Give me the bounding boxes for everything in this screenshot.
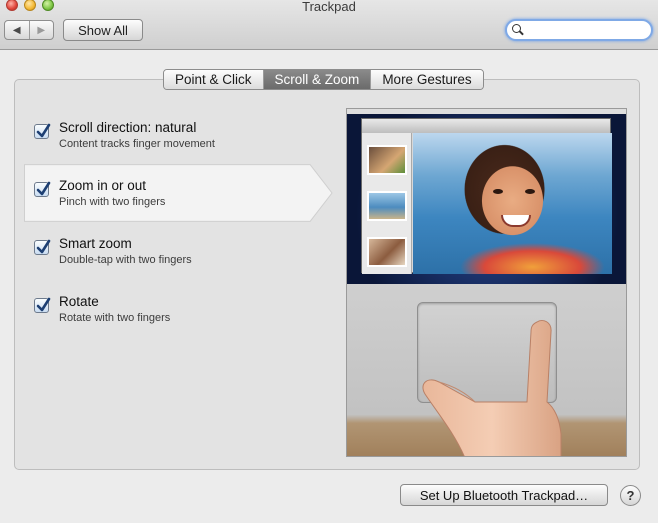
back-arrow-icon[interactable]: ◀ xyxy=(5,21,30,39)
preview-thumbnail xyxy=(367,237,407,267)
option-subtitle: Content tracks finger movement xyxy=(59,138,215,150)
preview-photo-detail xyxy=(493,189,503,194)
preview-thumbnail xyxy=(367,191,407,221)
option-scroll-direction[interactable]: Scroll direction: natural Content tracks… xyxy=(24,106,334,164)
preview-app-window xyxy=(361,118,612,274)
preview-trackpad-area xyxy=(347,284,626,456)
option-subtitle: Double-tap with two fingers xyxy=(59,254,192,266)
selection-highlight xyxy=(24,164,333,222)
preview-menubar xyxy=(347,109,626,114)
tab-more-gestures[interactable]: More Gestures xyxy=(371,70,483,89)
search-field[interactable] xyxy=(505,19,653,41)
help-button[interactable]: ? xyxy=(620,485,641,506)
show-all-button[interactable]: Show All xyxy=(63,19,143,41)
checkmark-icon xyxy=(36,181,51,196)
checkbox-zoom-in-out[interactable] xyxy=(34,181,51,197)
back-forward-control: ◀ ▶ xyxy=(4,20,54,40)
option-title: Zoom in or out xyxy=(59,178,147,193)
window-toolbar: Trackpad ◀ ▶ Show All xyxy=(0,0,658,50)
option-title: Smart zoom xyxy=(59,236,132,251)
preview-thumbnail xyxy=(367,145,407,175)
option-subtitle: Rotate with two fingers xyxy=(59,312,171,324)
preview-photo-detail xyxy=(501,215,531,227)
gesture-preview-image xyxy=(346,108,627,457)
option-smart-zoom[interactable]: Smart zoom Double-tap with two fingers xyxy=(24,222,334,280)
option-subtitle: Pinch with two fingers xyxy=(59,196,166,208)
preview-photo-sidebar xyxy=(362,133,412,274)
checkmark-icon xyxy=(36,297,51,312)
preview-app-toolbar xyxy=(362,119,610,133)
checkmark-icon xyxy=(36,123,51,138)
setup-bluetooth-trackpad-button[interactable]: Set Up Bluetooth Trackpad… xyxy=(400,484,608,506)
window-title: Trackpad xyxy=(302,0,356,14)
option-rotate[interactable]: Rotate Rotate with two fingers xyxy=(24,280,334,338)
option-title: Rotate xyxy=(59,294,99,309)
preview-screen xyxy=(347,109,626,284)
search-icon xyxy=(511,23,525,37)
checkbox-smart-zoom[interactable] xyxy=(34,239,51,255)
option-title: Scroll direction: natural xyxy=(59,120,197,135)
hand-pinch-icon xyxy=(422,319,562,456)
forward-arrow-icon[interactable]: ▶ xyxy=(30,21,54,39)
checkbox-scroll-direction[interactable] xyxy=(34,123,51,139)
preview-photo-detail xyxy=(525,189,535,194)
search-input[interactable] xyxy=(527,23,647,37)
checkbox-rotate[interactable] xyxy=(34,297,51,313)
option-zoom-in-out[interactable]: Zoom in or out Pinch with two fingers xyxy=(24,164,334,222)
tab-bar: Point & Click Scroll & Zoom More Gesture… xyxy=(163,69,484,90)
preview-photo xyxy=(413,133,612,274)
tab-scroll-zoom[interactable]: Scroll & Zoom xyxy=(263,70,372,89)
tab-point-click[interactable]: Point & Click xyxy=(164,70,264,89)
checkmark-icon xyxy=(36,239,51,254)
